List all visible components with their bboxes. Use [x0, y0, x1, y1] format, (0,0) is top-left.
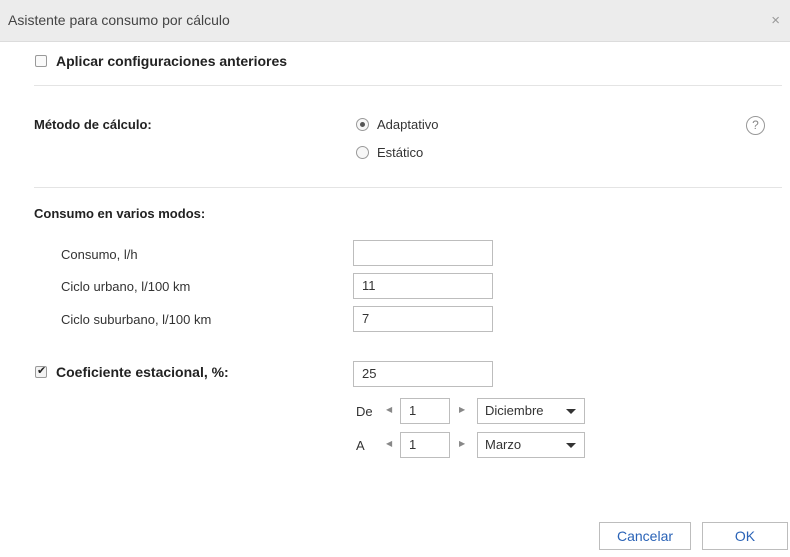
from-day-increment-icon[interactable]: ▶ — [459, 405, 465, 414]
separator — [34, 85, 782, 86]
from-day-input[interactable]: 1 — [400, 398, 450, 424]
radio-selected-dot — [360, 122, 365, 127]
dialog-titlebar: Asistente para consumo por cálculo × — [0, 0, 790, 42]
chevron-down-icon — [566, 443, 576, 448]
from-day-decrement-icon[interactable]: ◀ — [386, 405, 392, 414]
to-label: A — [356, 438, 365, 453]
from-month-select[interactable]: Diciembre — [477, 398, 585, 424]
check-icon: ✔ — [37, 365, 47, 377]
chevron-down-icon — [566, 409, 576, 414]
separator — [34, 187, 782, 188]
help-icon[interactable]: ? — [746, 116, 765, 135]
dialog-title: Asistente para consumo por cálculo — [8, 12, 230, 28]
ciclo-urbano-input[interactable]: 11 — [353, 273, 493, 299]
seasonal-label: Coeficiente estacional, %: — [56, 364, 229, 380]
ciclo-urbano-label: Ciclo urbano, l/100 km — [61, 279, 191, 294]
ciclo-suburbano-input[interactable]: 7 — [353, 306, 493, 332]
apply-previous-label: Aplicar configuraciones anteriores — [56, 53, 288, 69]
ok-button[interactable]: OK — [702, 522, 788, 550]
to-day-decrement-icon[interactable]: ◀ — [386, 439, 392, 448]
to-day-input[interactable]: 1 — [400, 432, 450, 458]
consumo-lh-label: Consumo, l/h — [61, 247, 138, 262]
seasonal-input[interactable]: 25 — [353, 361, 493, 387]
consumption-modes-heading: Consumo en varios modos: — [34, 206, 206, 221]
to-month-select[interactable]: Marzo — [477, 432, 585, 458]
cancel-button[interactable]: Cancelar — [599, 522, 691, 550]
ciclo-suburbano-label: Ciclo suburbano, l/100 km — [61, 312, 212, 327]
close-icon[interactable]: × — [771, 12, 780, 29]
to-day-increment-icon[interactable]: ▶ — [459, 439, 465, 448]
from-label: De — [356, 404, 373, 419]
from-month-value: Diciembre — [485, 403, 544, 418]
apply-previous-checkbox[interactable] — [35, 55, 47, 67]
calc-method-label: Método de cálculo: — [34, 117, 152, 132]
to-month-value: Marzo — [485, 437, 522, 452]
radio-estatico-label: Estático — [377, 145, 424, 160]
radio-estatico[interactable] — [356, 146, 369, 159]
seasonal-checkbox[interactable]: ✔ — [35, 365, 47, 378]
radio-adaptativo[interactable] — [356, 118, 369, 131]
radio-adaptativo-label: Adaptativo — [377, 117, 439, 132]
consumo-lh-input[interactable] — [353, 240, 493, 266]
